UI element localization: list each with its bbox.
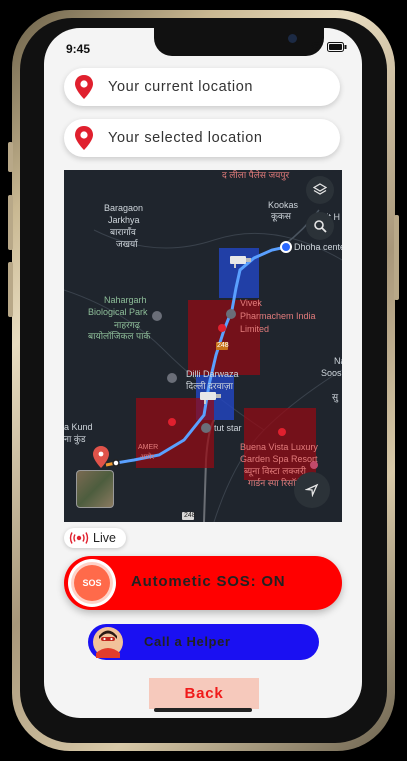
- live-label: Live: [93, 531, 116, 545]
- back-button[interactable]: Back: [149, 678, 259, 709]
- map-label: Limited: [240, 324, 270, 334]
- map-label: tut star: [214, 423, 242, 433]
- location-pin-icon: [75, 75, 93, 99]
- call-helper-label: Call a Helper: [144, 634, 231, 649]
- volume-down-button: [8, 262, 13, 317]
- live-indicator: Live: [64, 528, 126, 548]
- map-label: नाहरगढ़: [114, 320, 140, 330]
- map-label: Na: [334, 356, 342, 366]
- sos-icon: SOS: [68, 559, 116, 607]
- map-label: Dilli Darwaza: [186, 369, 239, 379]
- current-location-field[interactable]: Your current location: [64, 68, 340, 106]
- sos-badge: SOS: [74, 565, 110, 601]
- wifi-icon: [310, 42, 323, 52]
- map-label: जखर्या: [116, 239, 138, 249]
- map-label: Biological Park: [88, 307, 148, 317]
- map-label: AMER: [138, 444, 159, 451]
- map-label: Dhoha center: [294, 242, 342, 252]
- volume-up-button: [8, 195, 13, 250]
- call-helper-button[interactable]: Call a Helper: [88, 624, 319, 660]
- street-view-thumbnail[interactable]: [76, 470, 114, 508]
- map-label: ना कुंड: [64, 434, 86, 444]
- map-label: Soos: [321, 368, 342, 378]
- map-label: दिल्ली दरवाज़ा: [186, 381, 233, 391]
- map-label: Vivek: [240, 298, 262, 308]
- map-label: Buena Vista Luxury: [240, 442, 318, 452]
- helper-avatar-icon: [93, 627, 123, 658]
- live-broadcast-icon: [69, 532, 89, 544]
- auto-sos-toggle[interactable]: SOS Autometic SOS: ON: [64, 556, 342, 610]
- layers-button[interactable]: [306, 176, 334, 204]
- current-location-label: Your current location: [108, 79, 254, 95]
- location-pin-icon: [75, 126, 93, 150]
- power-button: [394, 215, 399, 300]
- map-label: a Kund: [64, 422, 93, 432]
- map-label: द लीला पैलेस जयपुर: [222, 170, 290, 180]
- auto-sos-label: Autometic SOS: ON: [131, 573, 286, 590]
- signal-icon: [294, 42, 305, 52]
- phone-screen: 9:45 Your current location Your selected: [44, 28, 362, 718]
- search-icon: [314, 220, 327, 233]
- map-label: ब्यूना विस्टा लक्जरी: [244, 466, 306, 476]
- map-label: Pharmachem India: [240, 311, 316, 321]
- map-label: बारागाँव: [110, 227, 136, 237]
- map-label: आमेर: [140, 454, 155, 461]
- recenter-button[interactable]: [294, 472, 330, 508]
- map-label: कूकस: [271, 211, 291, 221]
- navigate-arrow-icon: [305, 483, 319, 497]
- map-label: Garden Spa Resort: [240, 454, 318, 464]
- selected-location-label: Your selected location: [108, 130, 263, 146]
- status-icons: [294, 42, 347, 52]
- map-label: सु: [332, 392, 339, 402]
- map-view[interactable]: द लीला पैलेस जयपुर Kookas कूकस Baragaon …: [64, 170, 342, 522]
- cctv-camera-icon: [230, 256, 251, 268]
- home-indicator: [154, 708, 252, 712]
- map-label: Baragaon: [104, 203, 144, 213]
- status-time: 9:45: [66, 42, 91, 56]
- layers-icon: [313, 183, 327, 195]
- map-label: Jarkhya: [108, 215, 140, 225]
- road-shield: 248: [217, 342, 229, 349]
- road-shield: 248: [184, 512, 196, 519]
- map-search-button[interactable]: [306, 212, 334, 240]
- map-label: Kookas: [268, 200, 299, 210]
- mute-switch: [8, 142, 13, 172]
- selected-location-field[interactable]: Your selected location: [64, 119, 340, 157]
- map-label: गार्डन स्पा रिसॉर्ट: [248, 478, 301, 488]
- battery-icon: [327, 42, 347, 52]
- map-label: बायोलॉजिकल पार्क: [88, 331, 151, 341]
- map-label: Nahargarh: [104, 295, 147, 305]
